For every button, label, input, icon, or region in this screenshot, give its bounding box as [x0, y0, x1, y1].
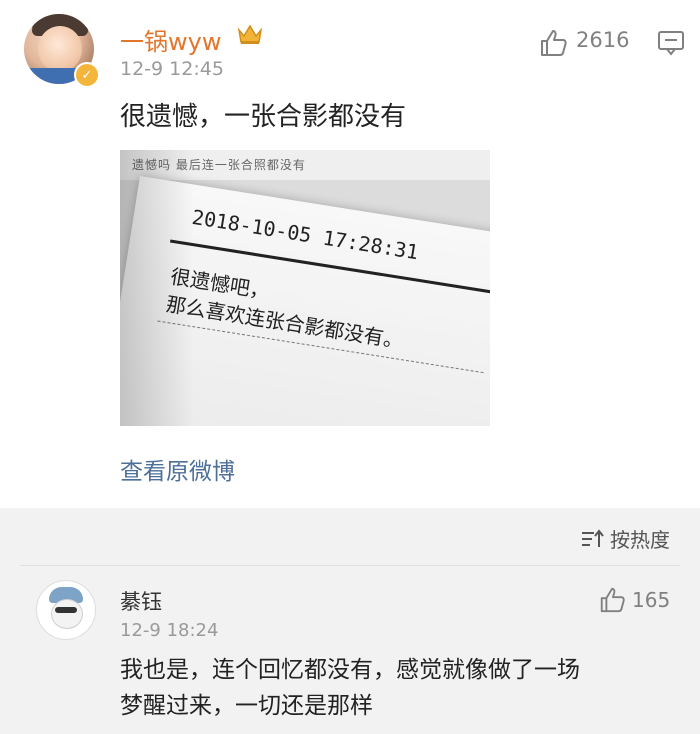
sort-icon [582, 528, 604, 547]
divider [20, 565, 680, 566]
comment-timestamp: 12-9 18:24 [120, 620, 219, 641]
view-original-link[interactable]: 查看原微博 [120, 452, 235, 486]
crown-icon [237, 24, 263, 44]
thumbs-up-icon[interactable] [538, 28, 568, 58]
thumbs-up-icon[interactable] [598, 586, 626, 614]
sort-by-popularity-button[interactable]: 按热度 [580, 524, 670, 553]
comment-avatar[interactable] [36, 580, 96, 640]
verified-badge-icon: ✓ [74, 62, 100, 88]
comment-like-count: 165 [632, 588, 671, 612]
comment-text-line2: 梦醒过来，一切还是那样 [120, 693, 373, 719]
post-like-count: 2616 [576, 28, 630, 52]
comment-icon[interactable] [657, 30, 685, 56]
comment-text: 我也是，连个回忆都没有，感觉就像做了一场 梦醒过来，一切还是那样 [120, 652, 680, 724]
sort-label: 按热度 [610, 528, 670, 552]
post-text: 很遗憾，一张合影都没有 [120, 102, 407, 132]
post-image[interactable]: 遗憾吗 最后连一张合照都没有 2018-10-05 17:28:31 很遗憾吧，… [120, 150, 490, 426]
image-date: 2018-10-05 17:28:31 [190, 204, 421, 265]
image-top-caption: 遗憾吗 最后连一张合照都没有 [132, 158, 306, 172]
post-username[interactable]: 一锅wyw [120, 22, 221, 57]
receipt-paper: 2018-10-05 17:28:31 很遗憾吧， 那么喜欢连张合影都没有。 [120, 176, 490, 426]
post-timestamp: 12-9 12:45 [120, 58, 224, 80]
comment-username[interactable]: 綦钰 [120, 586, 162, 616]
comment-text-line1: 我也是，连个回忆都没有，感觉就像做了一场 [120, 657, 580, 683]
